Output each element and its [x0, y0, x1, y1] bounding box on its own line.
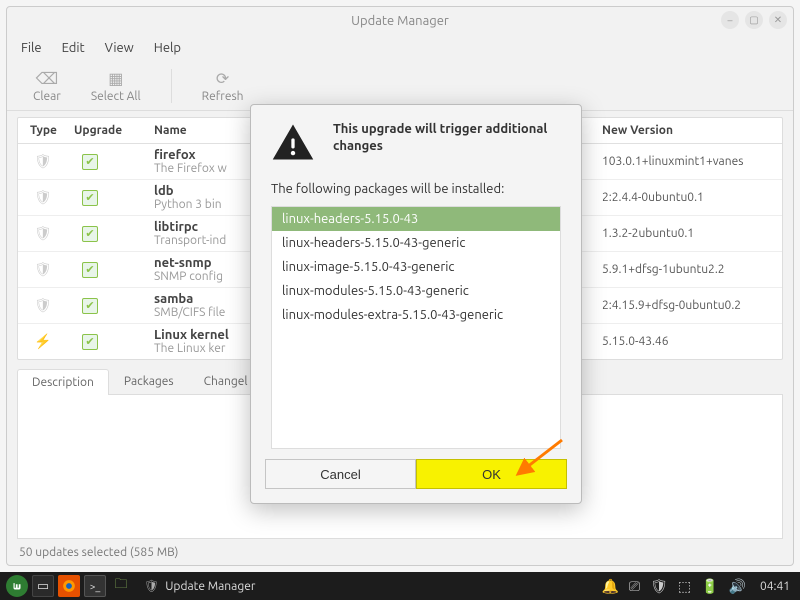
dialog-message: The following packages will be installed… — [271, 182, 561, 196]
dialog-list-item[interactable]: linux-headers-5.15.0-43-generic — [272, 231, 560, 255]
upgrade-checkbox[interactable]: ✔ — [74, 190, 154, 206]
tab-description[interactable]: Description — [17, 369, 109, 395]
menu-help[interactable]: Help — [154, 41, 181, 55]
header-upgrade[interactable]: Upgrade — [74, 124, 154, 137]
taskbar: ▭ >_ 🗀 🛡 Update Manager 🔔 ⎚ 🛡 ⬚ 🔋 🔊 04:4… — [0, 572, 800, 600]
package-version: 2:4.15.9+dfsg-0ubuntu0.2 — [602, 299, 782, 312]
ok-button[interactable]: OK — [416, 459, 567, 489]
dialog-title: This upgrade will trigger additional cha… — [333, 121, 561, 155]
battery-icon[interactable]: 🔋 — [701, 578, 718, 595]
warning-icon — [271, 121, 315, 168]
files-launcher[interactable]: 🗀 — [110, 575, 132, 597]
shield-icon: 🛡 — [18, 261, 74, 278]
upgrade-checkbox[interactable]: ✔ — [74, 154, 154, 170]
upgrade-checkbox[interactable]: ✔ — [74, 298, 154, 314]
package-version: 5.15.0-43.46 — [602, 335, 782, 348]
upgrade-checkbox[interactable]: ✔ — [74, 262, 154, 278]
select-all-button[interactable]: ▦ Select All — [91, 69, 141, 103]
security-icon[interactable]: 🛡 — [650, 578, 668, 595]
terminal-launcher[interactable]: >_ — [84, 575, 106, 597]
menubar: File Edit View Help — [7, 35, 793, 61]
kernel-icon: ⚡ — [18, 333, 74, 350]
close-button[interactable]: ✕ — [769, 11, 787, 29]
cancel-button[interactable]: Cancel — [265, 459, 416, 489]
shield-icon: 🛡 — [18, 225, 74, 242]
taskbar-app-update-manager[interactable]: 🛡 Update Manager — [136, 575, 263, 597]
dialog-package-list[interactable]: linux-headers-5.15.0-43linux-headers-5.1… — [271, 206, 561, 449]
shield-icon: 🛡 — [18, 189, 74, 206]
header-type[interactable]: Type — [18, 124, 74, 137]
status-text: 50 updates selected (585 MB) — [19, 546, 178, 559]
show-desktop-button[interactable]: ▭ — [32, 575, 54, 597]
menu-file[interactable]: File — [21, 41, 42, 55]
firefox-launcher[interactable] — [58, 575, 80, 597]
volume-icon[interactable]: 🔊 — [729, 578, 746, 595]
clear-button[interactable]: ⌫ Clear — [33, 69, 61, 103]
toolbar-divider — [171, 69, 172, 103]
dialog-list-item[interactable]: linux-modules-extra-5.15.0-43-generic — [272, 303, 560, 327]
package-version: 5.9.1+dfsg-1ubuntu2.2 — [602, 263, 782, 276]
menu-view[interactable]: View — [105, 41, 134, 55]
statusbar: 50 updates selected (585 MB) — [7, 539, 793, 565]
upgrade-dialog: This upgrade will trigger additional cha… — [250, 104, 582, 504]
dialog-list-item[interactable]: linux-image-5.15.0-43-generic — [272, 255, 560, 279]
shield-icon: 🛡 — [18, 297, 74, 314]
clock[interactable]: 04:41 — [756, 580, 794, 593]
notifications-icon[interactable]: 🔔 — [601, 578, 618, 595]
menu-edit[interactable]: Edit — [62, 41, 85, 55]
upgrade-checkbox[interactable]: ✔ — [74, 334, 154, 350]
clear-icon: ⌫ — [36, 69, 59, 88]
tray-icon[interactable]: ⎚ — [629, 578, 640, 595]
shield-icon: 🛡 — [144, 579, 159, 593]
window-title: Update Manager — [351, 14, 449, 28]
select-all-icon: ▦ — [108, 69, 123, 88]
package-version: 1.3.2-2ubuntu0.1 — [602, 227, 782, 240]
dialog-list-item[interactable]: linux-headers-5.15.0-43 — [272, 207, 560, 231]
package-version: 2:2.4.4-0ubuntu0.1 — [602, 191, 782, 204]
dialog-list-item[interactable]: linux-modules-5.15.0-43-generic — [272, 279, 560, 303]
package-version: 103.0.1+linuxmint1+vanes — [602, 155, 782, 168]
shield-icon: 🛡 — [18, 153, 74, 170]
network-icon[interactable]: ⬚ — [678, 578, 691, 595]
minimize-button[interactable]: – — [721, 11, 739, 29]
refresh-button[interactable]: ⟳ Refresh — [202, 69, 244, 103]
titlebar: Update Manager – ▢ ✕ — [7, 7, 793, 35]
tab-packages[interactable]: Packages — [109, 368, 189, 394]
system-tray: 🔔 ⎚ 🛡 ⬚ 🔋 🔊 04:41 — [601, 578, 794, 595]
start-menu-button[interactable] — [6, 575, 28, 597]
upgrade-checkbox[interactable]: ✔ — [74, 226, 154, 242]
header-new-version[interactable]: New Version — [602, 124, 782, 137]
refresh-icon: ⟳ — [216, 69, 229, 88]
maximize-button[interactable]: ▢ — [745, 11, 763, 29]
